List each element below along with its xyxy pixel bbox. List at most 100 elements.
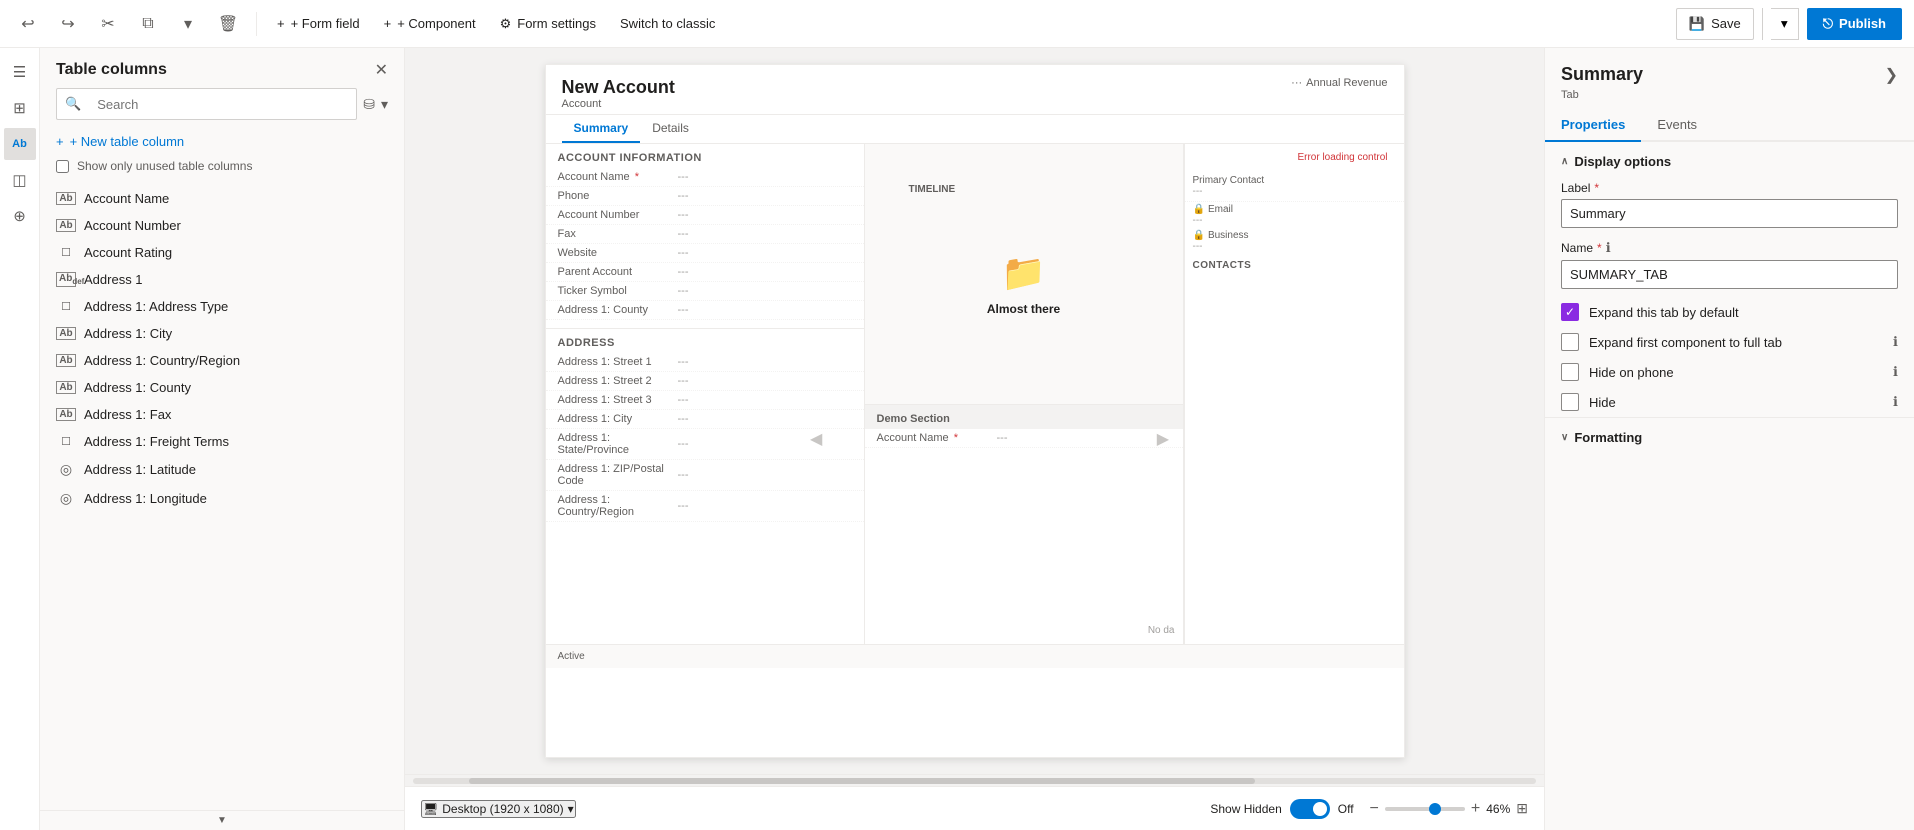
save-button[interactable]: 💾 Save [1676,8,1754,40]
expand-default-row[interactable]: Expand this tab by default [1545,297,1914,327]
show-hidden-toggle[interactable] [1290,799,1330,819]
hide-phone-row[interactable]: Hide on phone ℹ [1545,357,1914,387]
expand-full-checkbox[interactable] [1561,333,1579,351]
h-scroll-bar[interactable] [405,774,1544,786]
expand-full-info-icon[interactable]: ℹ [1893,334,1898,350]
panel-close-button[interactable]: ✕ [375,60,388,80]
tab-events[interactable]: Events [1641,109,1713,142]
list-item[interactable]: Ab Address 1: City [40,320,404,347]
list-item[interactable]: ☐ Address 1: Freight Terms [40,428,404,455]
new-column-icon: + [56,134,64,149]
component-label: + Component [397,16,475,31]
dropdown-button[interactable]: ▾ [172,8,204,40]
device-selector[interactable]: 🖥 Desktop (1920 x 1080) ▾ [421,800,576,818]
h-scroll-thumb[interactable] [469,778,1255,784]
primary-contact-row: Primary Contact --- [1185,171,1404,202]
props-expand-button[interactable]: ❯ [1885,65,1898,85]
display-options-header[interactable]: ∧ Display options [1545,142,1914,177]
switch-classic-button[interactable]: Switch to classic [612,8,723,40]
field-label: Account Name * [558,171,678,183]
name-info-icon[interactable]: ℹ [1606,240,1611,256]
field-label: Address 1: City [558,413,678,425]
hide-phone-checkbox[interactable] [1561,363,1579,381]
filter-button[interactable]: ⛁ [363,96,375,113]
name-input[interactable] [1561,260,1898,289]
form-row: Website --- [546,244,864,263]
tab-details[interactable]: Details [640,115,701,143]
tab-summary[interactable]: Summary [562,115,641,143]
column-label: Account Rating [84,245,172,260]
hide-checkbox[interactable] [1561,393,1579,411]
delete-button[interactable]: 🗑 [212,8,244,40]
form-section-left: ACCOUNT INFORMATION Account Name * --- P… [546,144,865,644]
form-row: Phone --- [546,187,864,206]
copy-button[interactable]: ⧉ [132,8,164,40]
hide-info-icon[interactable]: ℹ [1893,394,1898,410]
zoom-slider[interactable] [1385,807,1465,811]
publish-button[interactable]: ⎋ Publish [1807,8,1902,40]
field-value: --- [678,469,852,481]
form-field-icon: + [277,16,285,31]
save-dropdown-button[interactable]: ▾ [1771,8,1799,40]
form-row: Account Name * --- [546,168,864,187]
list-item[interactable]: Ab Account Number [40,212,404,239]
list-item[interactable]: ☐ Address 1: Address Type [40,293,404,320]
label-input[interactable] [1561,199,1898,228]
list-item[interactable]: Ab Address 1: Country/Region [40,347,404,374]
field-value: --- [678,209,852,221]
new-column-label: + New table column [70,134,185,149]
columns-list: Ab Account Name Ab Account Number ☐ Acco… [40,181,404,810]
tab-properties[interactable]: Properties [1545,109,1641,142]
cut-button[interactable]: ✂ [92,8,124,40]
component-button[interactable]: + + Component [376,8,484,40]
side-grid-button[interactable]: ⊞ [4,92,36,124]
column-icon-ab: Ab [56,192,76,205]
search-input[interactable] [89,97,356,112]
side-layers-button[interactable]: ◫ [4,164,36,196]
formatting-header[interactable]: ∨ Formatting [1545,417,1914,453]
list-item[interactable]: Ab Account Name [40,185,404,212]
form-field-button[interactable]: + + Form field [269,8,368,40]
error-loading-text[interactable]: Error loading control [1289,148,1395,167]
undo-button[interactable]: ↩ [12,8,44,40]
redo-button[interactable]: ↪ [52,8,84,40]
side-menu-button[interactable]: ☰ [4,56,36,88]
list-item[interactable]: ☐ Account Rating [40,239,404,266]
list-item[interactable]: Abdef Address 1 [40,266,404,293]
side-component-button[interactable]: ⊕ [4,200,36,232]
new-column-button[interactable]: + + New table column [40,128,404,155]
hide-row[interactable]: Hide ℹ [1545,387,1914,417]
list-item[interactable]: ◎ Address 1: Latitude [40,455,404,484]
h-scroll-track[interactable] [413,778,1536,784]
switch-classic-label: Switch to classic [620,16,715,31]
zoom-in-button[interactable]: + [1471,800,1480,818]
list-item[interactable]: ◎ Address 1: Longitude [40,484,404,513]
sort-button[interactable]: ▾ [381,96,388,113]
show-unused-row: Show only unused table columns [40,155,404,181]
business-label: 🔒 Business [1193,230,1396,241]
field-label: Parent Account [558,266,678,278]
form-header: New Account Account ··· Annual Revenue [546,65,1404,115]
fit-button[interactable]: ⊞ [1516,800,1528,817]
field-value: --- [678,171,852,183]
column-label: Account Name [84,191,169,206]
form-row: Ticker Symbol --- [546,282,864,301]
props-panel: Summary ❯ Tab Properties Events ∧ Displa… [1544,48,1914,830]
field-label: Fax [558,228,678,240]
expand-default-checkbox[interactable] [1561,303,1579,321]
show-unused-checkbox[interactable] [56,160,69,173]
required-indicator: * [954,432,958,444]
list-item[interactable]: Ab Address 1: Fax [40,401,404,428]
hide-phone-info-icon[interactable]: ℹ [1893,364,1898,380]
panel-header: Table columns ✕ [40,48,404,88]
form-settings-button[interactable]: ⚙ Form settings [492,8,604,40]
canvas-scroll-area[interactable]: ◀ New Account Account ··· Annual Revenue… [405,48,1544,774]
field-label: Ticker Symbol [558,285,678,297]
field-value: --- [678,375,852,387]
list-item[interactable]: Ab Address 1: County [40,374,404,401]
form-settings-icon: ⚙ [500,16,512,32]
expand-full-label: Expand first component to full tab [1589,335,1883,350]
expand-full-row[interactable]: Expand first component to full tab ℹ [1545,327,1914,357]
side-ab-button[interactable]: Ab [4,128,36,160]
zoom-out-button[interactable]: − [1370,800,1379,818]
